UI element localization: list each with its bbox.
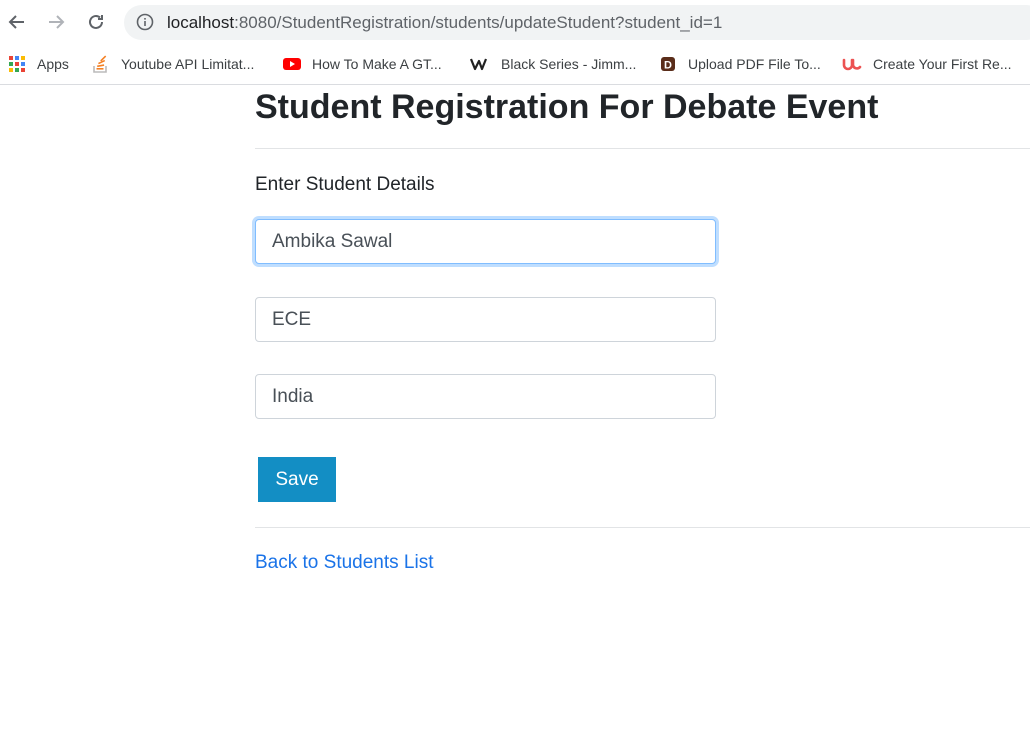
back-arrow-icon[interactable] [3,8,31,36]
bookmark-label: Youtube API Limitat... [121,56,255,72]
svg-text:D: D [664,60,672,72]
youtube-icon [283,55,301,73]
divider [255,527,1030,528]
bookmark-label: How To Make A GT... [312,56,442,72]
bookmark-youtube-api[interactable]: Youtube API Limitat... [92,53,254,75]
country-input[interactable] [255,374,716,419]
page-title: Student Registration For Debate Event [255,88,879,126]
stackoverflow-icon [92,55,110,73]
bookmarks-bar: Apps Youtube API Limitat... How To Make … [0,44,1030,85]
department-input[interactable] [255,297,716,342]
address-bar[interactable]: localhost:8080/StudentRegistration/stude… [124,5,1030,40]
bookmark-label: Upload PDF File To... [688,56,821,72]
bookmark-label: Create Your First Re... [873,56,1012,72]
form-subtitle: Enter Student Details [255,174,435,195]
divider [255,148,1030,149]
info-icon[interactable] [136,13,154,31]
url-text[interactable]: localhost:8080/StudentRegistration/stude… [167,13,722,33]
student-name-input[interactable] [255,219,716,264]
forward-arrow-icon[interactable] [42,8,70,36]
reload-icon[interactable] [82,8,110,36]
bookmark-label: Black Series - Jimm... [501,56,637,72]
url-host: localhost [167,13,235,32]
bookmark-black-series[interactable]: Black Series - Jimm... [469,53,637,75]
d-favicon-icon: D [659,55,677,73]
bookmark-label: Apps [37,56,69,72]
url-path: :8080/StudentRegistration/students/updat… [234,13,723,32]
bookmark-gta[interactable]: How To Make A GT... [283,53,442,75]
bookmark-create-first[interactable]: Create Your First Re... [842,53,1012,75]
bookmark-apps[interactable]: Apps [8,53,69,75]
browser-toolbar: localhost:8080/StudentRegistration/stude… [0,0,1030,44]
back-to-students-link[interactable]: Back to Students List [255,552,434,574]
weebly-icon [469,55,490,73]
apps-grid-icon [8,55,26,73]
bookmark-upload-pdf[interactable]: D Upload PDF File To... [659,53,821,75]
save-button[interactable]: Save [258,457,336,502]
udemy-icon [842,55,862,73]
